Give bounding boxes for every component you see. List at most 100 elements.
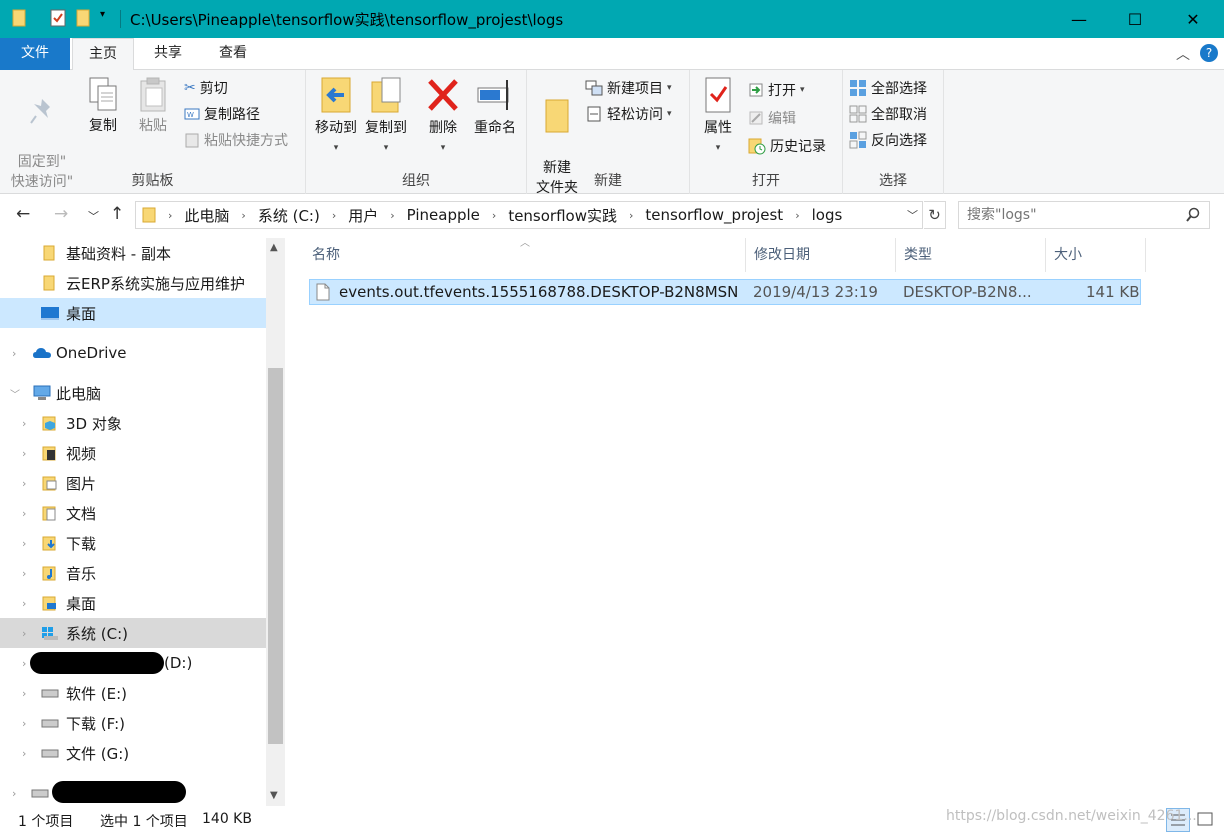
nav-item-documents[interactable]: › 文档: [0, 498, 266, 528]
column-header-size[interactable]: 大小: [1046, 238, 1146, 272]
expand-chevron-icon[interactable]: ›: [22, 507, 26, 520]
recent-locations-chevron-icon[interactable]: ﹀: [88, 208, 99, 224]
expand-chevron-icon[interactable]: ›: [22, 447, 26, 460]
close-button[interactable]: ✕: [1164, 0, 1222, 38]
scrollbar-thumb[interactable]: [268, 368, 283, 744]
copy-button[interactable]: 复制: [84, 76, 122, 136]
expand-chevron-icon[interactable]: ›: [22, 717, 26, 730]
new-item-button[interactable]: 新建项目 ▾: [585, 78, 672, 98]
tab-home[interactable]: 主页: [72, 38, 134, 71]
collapse-chevron-icon[interactable]: ﹀: [10, 386, 20, 401]
paste-button[interactable]: 粘贴: [134, 76, 172, 136]
tab-view[interactable]: 查看: [202, 38, 264, 70]
breadcrumb-pineapple[interactable]: Pineapple: [407, 206, 480, 224]
breadcrumb-logs[interactable]: logs: [812, 206, 843, 224]
nav-item-system-c[interactable]: › 系统 (C:): [0, 618, 266, 648]
nav-item-onedrive[interactable]: › OneDrive: [0, 338, 266, 368]
nav-item-basic-data-copy[interactable]: 基础资料 - 副本: [0, 238, 266, 268]
new-folder-icon: [545, 99, 569, 133]
expand-chevron-icon[interactable]: ›: [22, 597, 26, 610]
search-box[interactable]: [958, 201, 1210, 229]
nav-item-music[interactable]: › 音乐: [0, 558, 266, 588]
help-icon[interactable]: ?: [1200, 44, 1218, 62]
properties-button[interactable]: 属性 ▾: [698, 76, 738, 158]
minimize-button[interactable]: —: [1050, 0, 1108, 38]
properties-quick-icon[interactable]: [50, 9, 66, 27]
column-header-type[interactable]: 类型: [896, 238, 1046, 272]
address-dropdown-chevron-icon[interactable]: ﹀: [907, 207, 918, 223]
open-button[interactable]: 打开 ▾: [748, 80, 805, 100]
nav-item-software-e[interactable]: › 软件 (E:): [0, 678, 266, 708]
new-group: 新建 文件夹 新建项目 ▾ 轻松访问 ▾ 新建: [527, 70, 690, 196]
paste-shortcut-icon: [185, 133, 199, 148]
nav-item-downloads-f[interactable]: › 下载 (F:): [0, 708, 266, 738]
expand-chevron-icon[interactable]: ›: [22, 657, 26, 670]
nav-item-network-drive[interactable]: ›: [0, 778, 266, 806]
search-icon[interactable]: [1185, 207, 1201, 223]
collapse-ribbon-icon[interactable]: ︿: [1176, 44, 1190, 64]
nav-item-downloads[interactable]: › 下载: [0, 528, 266, 558]
nav-item-desktop-pinned[interactable]: 桌面: [0, 298, 266, 328]
copy-to-button[interactable]: 复制到 ▾: [362, 76, 410, 158]
expand-chevron-icon[interactable]: ›: [22, 477, 26, 490]
refresh-icon[interactable]: ↻: [924, 201, 946, 229]
up-arrow-icon[interactable]: ↑: [110, 204, 124, 224]
expand-chevron-icon[interactable]: ›: [22, 417, 26, 430]
customize-quick-access-icon[interactable]: ▾: [100, 9, 105, 20]
select-group-label: 选择: [879, 173, 907, 189]
maximize-button[interactable]: ☐: [1106, 0, 1164, 38]
cut-button[interactable]: ✂ 剪切: [184, 78, 228, 98]
nav-item-desktop[interactable]: › 桌面: [0, 588, 266, 618]
table-row[interactable]: events.out.tfevents.1555168788.DESKTOP-B…: [309, 279, 1141, 305]
tab-share[interactable]: 共享: [136, 38, 200, 70]
select-all-button[interactable]: 全部选择: [849, 78, 927, 98]
3d-objects-icon: [42, 416, 56, 431]
scroll-up-arrow-icon[interactable]: ▲: [270, 242, 278, 253]
tab-file[interactable]: 文件: [0, 38, 70, 70]
breadcrumb-tensorflow-practice[interactable]: tensorflow实践: [508, 205, 617, 226]
select-none-button[interactable]: 全部取消: [849, 104, 927, 124]
breadcrumb-this-pc[interactable]: 此电脑: [184, 205, 229, 226]
music-icon: [42, 566, 56, 581]
nav-item-files-g[interactable]: › 文件 (G:): [0, 738, 266, 768]
column-header-date[interactable]: 修改日期: [746, 238, 896, 272]
nav-item-3d-objects[interactable]: › 3D 对象: [0, 408, 266, 438]
address-bar[interactable]: › 此电脑 › 系统 (C:) › 用户 › Pineapple › tenso…: [135, 201, 923, 229]
nav-item-cloud-erp[interactable]: 云ERP系统实施与应用维护: [0, 268, 266, 298]
expand-chevron-icon[interactable]: ›: [12, 347, 16, 360]
file-type: DESKTOP-B2N8...: [903, 283, 1032, 301]
file-list: ︿ 名称 修改日期 类型 大小 events.out.tfevents.1555…: [286, 238, 1224, 806]
expand-chevron-icon[interactable]: ›: [22, 627, 26, 640]
delete-button[interactable]: 删除 ▾: [422, 76, 464, 158]
paste-shortcut-button[interactable]: 粘贴快捷方式: [184, 130, 288, 150]
nav-item-this-pc[interactable]: ﹀ 此电脑: [0, 378, 266, 408]
column-header-name[interactable]: 名称: [304, 238, 746, 272]
breadcrumb-system-c[interactable]: 系统 (C:): [258, 205, 320, 226]
breadcrumb-tensorflow-projest[interactable]: tensorflow_projest: [645, 206, 783, 224]
search-input[interactable]: [959, 202, 1179, 228]
drive-icon: [41, 689, 59, 698]
expand-chevron-icon[interactable]: ›: [22, 747, 26, 760]
rename-button[interactable]: 重命名: [468, 76, 522, 138]
move-to-button[interactable]: 移动到 ▾: [312, 76, 360, 158]
invert-selection-button[interactable]: 反向选择: [849, 130, 927, 150]
history-icon: [748, 138, 766, 155]
forward-arrow-icon[interactable]: →: [54, 204, 68, 224]
scroll-down-arrow-icon[interactable]: ▼: [270, 790, 278, 801]
large-icons-view-icon[interactable]: [1194, 808, 1218, 832]
expand-chevron-icon[interactable]: ›: [22, 687, 26, 700]
nav-item-pictures[interactable]: › 图片: [0, 468, 266, 498]
nav-item-videos[interactable]: › 视频: [0, 438, 266, 468]
expand-chevron-icon[interactable]: ›: [22, 537, 26, 550]
history-button[interactable]: 历史记录: [748, 136, 826, 156]
back-arrow-icon[interactable]: ←: [16, 204, 30, 224]
nav-scrollbar[interactable]: ▲ ▼: [266, 238, 285, 806]
new-folder-quick-icon[interactable]: [76, 9, 90, 27]
edit-button[interactable]: 编辑: [748, 108, 796, 128]
easy-access-button[interactable]: 轻松访问 ▾: [585, 104, 672, 124]
expand-chevron-icon[interactable]: ›: [12, 787, 16, 800]
breadcrumb-users[interactable]: 用户: [348, 205, 378, 226]
copy-path-button[interactable]: W 复制路径: [184, 104, 260, 124]
expand-chevron-icon[interactable]: ›: [22, 567, 26, 580]
nav-item-drive-d[interactable]: › (D:): [0, 648, 266, 678]
